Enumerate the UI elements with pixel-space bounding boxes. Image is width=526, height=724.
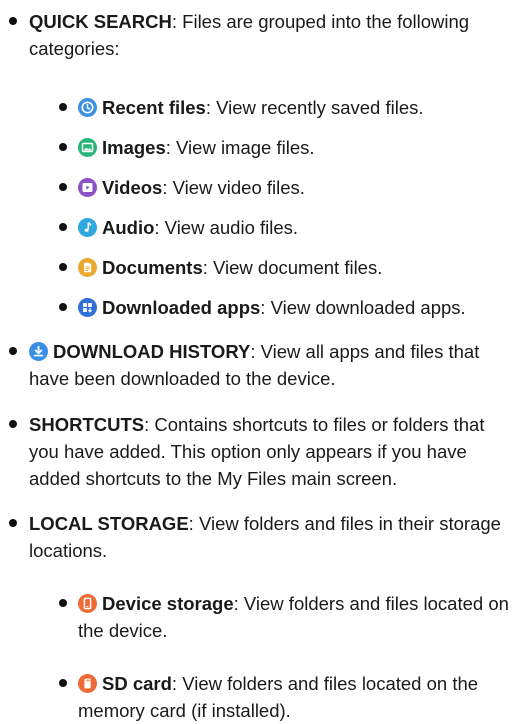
recent-files-title: Recent files (102, 97, 206, 118)
downloaded-apps-title: Downloaded apps (102, 297, 261, 318)
video-icon (78, 178, 97, 197)
documents-title: Documents (102, 257, 203, 278)
audio-desc: : View audio files. (154, 217, 299, 238)
documents-desc: : View document files. (202, 257, 383, 278)
list-item-sd-card: SD card: View folders and files located … (0, 670, 518, 724)
apps-icon (78, 298, 97, 317)
bullet (9, 420, 17, 428)
list-item-quick-search: QUICK SEARCH: Files are grouped into the… (0, 8, 519, 62)
images-title: Images (102, 137, 166, 158)
bullet (59, 143, 67, 151)
downloaded-apps-desc: : View downloaded apps. (260, 297, 466, 318)
list-item-images: Images: View image files. (0, 134, 518, 161)
bullet (9, 347, 17, 355)
bullet (9, 17, 17, 25)
device-storage-title: Device storage (102, 593, 234, 614)
list-item-videos: Videos: View video files. (0, 174, 518, 201)
bullet (59, 263, 67, 271)
sd-card-icon (78, 674, 97, 693)
list-item-shortcuts: SHORTCUTS: Contains shortcuts to files o… (0, 411, 519, 492)
download-icon (29, 342, 48, 361)
bullet (59, 599, 67, 607)
bullet (59, 183, 67, 191)
local-storage-title: LOCAL STORAGE (29, 513, 189, 534)
list-item-documents: Documents: View document files. (0, 254, 518, 281)
list-item-device-storage: Device storage: View folders and files l… (0, 590, 518, 644)
bullet (9, 519, 17, 527)
list-item-recent-files: Recent files: View recently saved files. (0, 94, 518, 121)
list-item-local-storage: LOCAL STORAGE: View folders and files in… (0, 510, 519, 564)
quick-search-text: QUICK SEARCH: Files are grouped into the… (29, 8, 519, 62)
image-icon (78, 138, 97, 157)
bullet (59, 223, 67, 231)
document-icon (78, 258, 97, 277)
list-item-download-history: DOWNLOAD HISTORY: View all apps and file… (0, 338, 519, 392)
phone-icon (78, 594, 97, 613)
bullet (59, 303, 67, 311)
videos-title: Videos (102, 177, 163, 198)
audio-title: Audio (102, 217, 155, 238)
quick-search-title: QUICK SEARCH (29, 11, 172, 32)
sd-card-title: SD card (102, 673, 172, 694)
download-history-title: DOWNLOAD HISTORY (53, 341, 251, 362)
list-item-downloaded-apps: Downloaded apps: View downloaded apps. (0, 294, 518, 321)
recent-files-desc: : View recently saved files. (205, 97, 424, 118)
images-desc: : View image files. (165, 137, 315, 158)
bullet (59, 103, 67, 111)
music-note-icon (78, 218, 97, 237)
list-item-audio: Audio: View audio files. (0, 214, 518, 241)
clock-icon (78, 98, 97, 117)
videos-desc: : View video files. (162, 177, 305, 198)
shortcuts-title: SHORTCUTS (29, 414, 145, 435)
bullet (59, 679, 67, 687)
